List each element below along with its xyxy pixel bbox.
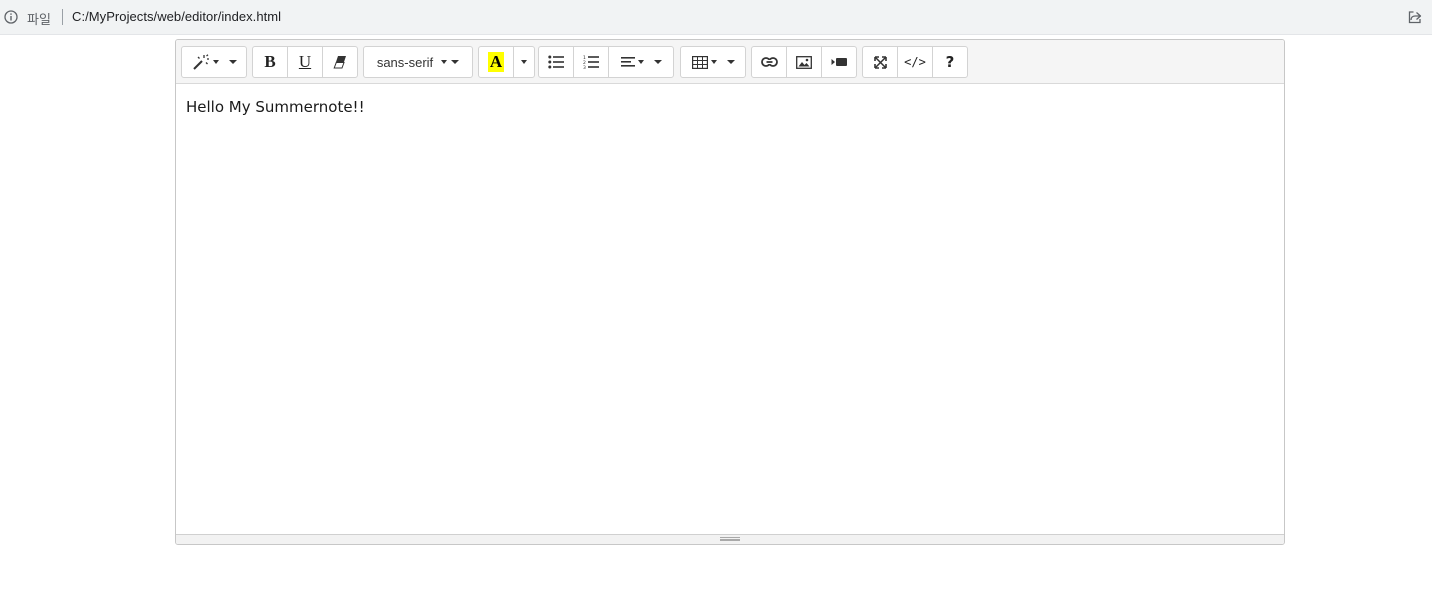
chevron-down-icon	[726, 60, 735, 64]
font-style-group: B U	[252, 46, 358, 78]
address-bar: 파일 C:/MyProjects/web/editor/index.html	[0, 0, 1432, 35]
font-color-icon: A	[487, 52, 505, 72]
chevron-down-icon	[710, 60, 717, 64]
chevron-down-icon	[441, 60, 448, 64]
table-dropdown-button[interactable]	[680, 46, 746, 78]
link-icon	[760, 57, 778, 67]
chevron-down-icon	[637, 60, 644, 64]
color-dropdown-button[interactable]	[513, 46, 535, 78]
code-icon: </>	[904, 55, 926, 69]
style-group	[181, 46, 247, 78]
help-icon: ?	[945, 53, 955, 71]
fullscreen-icon	[873, 55, 887, 69]
bold-icon: B	[264, 52, 276, 71]
color-group: A	[478, 46, 535, 78]
fullscreen-button[interactable]	[862, 46, 898, 78]
underline-icon: U	[298, 52, 312, 71]
address-separator	[62, 9, 63, 25]
editor-toolbar: B U sans-serif A 1 2 3 </> ?	[176, 40, 1284, 84]
font-family-value: sans-serif	[376, 54, 434, 70]
paragraph-dropdown-button[interactable]	[608, 46, 674, 78]
bold-button[interactable]: B	[252, 46, 288, 78]
table-group	[680, 46, 746, 78]
info-icon[interactable]	[4, 10, 18, 24]
resize-bar[interactable]	[176, 534, 1284, 544]
chevron-down-icon	[521, 60, 527, 64]
magic-wand-icon	[192, 54, 209, 70]
picture-icon	[796, 55, 812, 69]
align-left-icon	[620, 57, 635, 67]
link-button[interactable]	[751, 46, 787, 78]
ordered-list-icon: 1 2 3	[583, 55, 599, 69]
eraser-icon	[333, 56, 346, 69]
table-icon	[691, 55, 708, 69]
ordered-list-button[interactable]: 1 2 3	[573, 46, 609, 78]
chevron-down-icon	[212, 60, 219, 64]
style-dropdown-button[interactable]	[181, 46, 247, 78]
help-button[interactable]: ?	[932, 46, 968, 78]
chevron-down-icon	[653, 60, 662, 64]
recent-color-button[interactable]: A	[478, 46, 514, 78]
paragraph-group: 1 2 3	[538, 46, 674, 78]
resize-grip-icon[interactable]	[720, 537, 740, 541]
insert-group	[751, 46, 857, 78]
underline-button[interactable]: U	[287, 46, 323, 78]
video-button[interactable]	[821, 46, 857, 78]
chevron-down-icon	[451, 60, 460, 64]
url-text[interactable]: C:/MyProjects/web/editor/index.html	[72, 9, 281, 24]
editor-text: Hello My Summernote!!	[186, 98, 365, 116]
font-name-group: sans-serif	[363, 46, 473, 78]
codeview-button[interactable]: </>	[897, 46, 933, 78]
video-icon	[831, 58, 847, 66]
font-family-dropdown[interactable]: sans-serif	[363, 46, 473, 78]
picture-button[interactable]	[786, 46, 822, 78]
clear-format-button[interactable]	[322, 46, 358, 78]
view-group: </> ?	[862, 46, 968, 78]
share-icon[interactable]	[1407, 9, 1423, 25]
unordered-list-button[interactable]	[538, 46, 574, 78]
url-scheme-label: 파일	[27, 13, 51, 28]
svg-text:3: 3	[583, 65, 586, 69]
chevron-down-icon	[228, 60, 237, 64]
unordered-list-icon	[548, 55, 564, 69]
summernote-editor: B U sans-serif A 1 2 3 </> ? Hello My Su…	[175, 39, 1285, 545]
editor-content-area[interactable]: Hello My Summernote!!	[176, 84, 1284, 534]
